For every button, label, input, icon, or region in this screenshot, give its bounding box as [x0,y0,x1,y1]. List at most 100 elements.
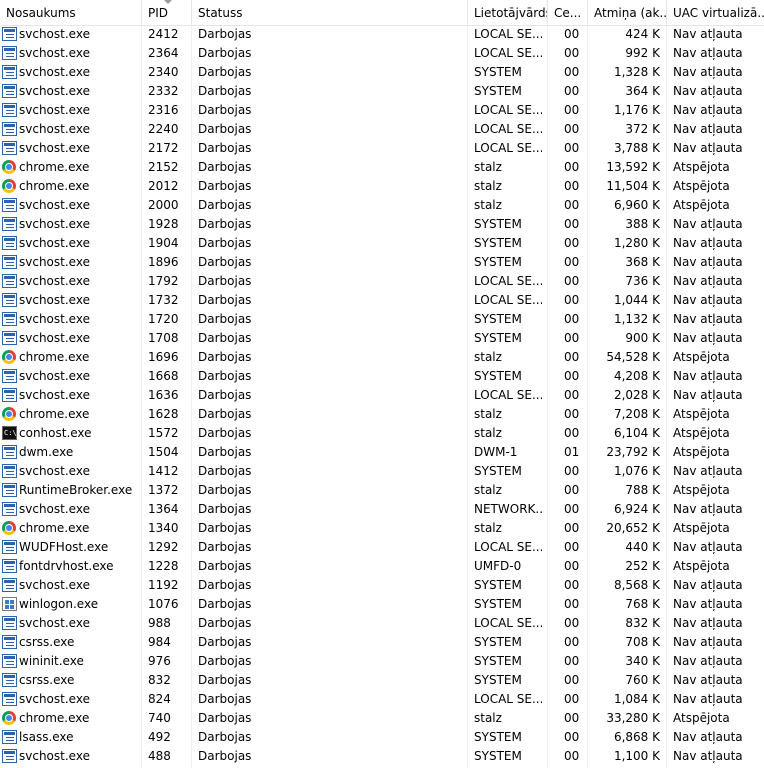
process-memory: 1,328 K [613,65,660,79]
table-row[interactable]: chrome.exe 1696 Darbojas stalz 00 54,528 K Ats… [0,348,764,367]
table-row[interactable]: svchost.exe 2364 Darbojas LOCAL SE... 00 992 … [0,44,764,63]
table-row[interactable]: svchost.exe 1720 Darbojas SYSTEM 00 1,132 K Na… [0,310,764,329]
process-uac-virtualization: Atspējota [673,407,730,421]
process-username: SYSTEM [474,464,522,478]
process-name: chrome.exe [19,350,90,364]
process-pid: 1628 [148,407,179,421]
process-status: Darbojas [198,369,252,383]
process-username: LOCAL SE... [474,46,542,60]
table-row[interactable]: svchost.exe 1928 Darbojas SYSTEM 00 388 K Nav … [0,215,764,234]
table-row[interactable]: csrss.exe 832 Darbojas SYSTEM 00 760 K Nav atļ… [0,671,764,690]
table-row[interactable]: svchost.exe 2316 Darbojas LOCAL SE... 00 1,17… [0,101,764,120]
process-cpu: 00 [564,426,580,440]
table-row[interactable]: chrome.exe 2012 Darbojas stalz 00 11,504 K Ats… [0,177,764,196]
process-memory: 368 K [625,255,660,269]
table-row[interactable]: svchost.exe 1792 Darbojas LOCAL SE... 00 736 … [0,272,764,291]
process-memory: 2,028 K [613,388,660,402]
process-pid: 1504 [148,445,179,459]
table-row[interactable]: svchost.exe 824 Darbojas LOCAL SE... 00 1,084… [0,690,764,709]
table-header: Nosaukums PID Statuss Lietotājvārds Ce..… [0,0,764,26]
process-username: SYSTEM [474,255,522,269]
table-row[interactable]: csrss.exe 984 Darbojas SYSTEM 00 708 K Nav atļ… [0,633,764,652]
process-name: dwm.exe [19,445,74,459]
process-status: Darbojas [198,122,252,136]
process-pid: 1572 [148,426,179,440]
table-row[interactable]: svchost.exe 1668 Darbojas SYSTEM 00 4,208 K Na… [0,367,764,386]
process-name: svchost.exe [19,293,90,307]
process-status: Darbojas [198,407,252,421]
process-status: Darbojas [198,673,252,687]
table-row[interactable]: dwm.exe 1504 Darbojas DWM-1 01 23,792 K Atspēj… [0,443,764,462]
table-row[interactable]: fontdrvhost.exe 1228 Darbojas UMFD-0 00 252 K… [0,557,764,576]
process-name: chrome.exe [19,179,90,193]
process-cpu: 00 [564,293,580,307]
process-name: svchost.exe [19,255,90,269]
column-header-name[interactable]: Nosaukums [0,0,142,25]
process-memory: 54,528 K [606,350,660,364]
table-row[interactable]: svchost.exe 2000 Darbojas stalz 00 6,960 K Ats… [0,196,764,215]
table-row[interactable]: svchost.exe 1732 Darbojas LOCAL SE... 00 1,04… [0,291,764,310]
process-memory: 1,084 K [613,692,660,706]
table-row[interactable]: svchost.exe 1896 Darbojas SYSTEM 00 368 K Nav … [0,253,764,272]
process-status: Darbojas [198,46,252,60]
table-row[interactable]: svchost.exe 488 Darbojas SYSTEM 00 1,100 K Nav… [0,747,764,766]
process-uac-virtualization: Nav atļauta [673,578,743,592]
process-uac-virtualization: Atspējota [673,350,730,364]
table-row[interactable]: svchost.exe 988 Darbojas LOCAL SE... 00 832 K… [0,614,764,633]
table-row[interactable]: svchost.exe 1412 Darbojas SYSTEM 00 1,076 K Na… [0,462,764,481]
table-row[interactable]: conhost.exe 1572 Darbojas stalz 00 6,104 K Ats… [0,424,764,443]
column-header-uac[interactable]: UAC virtualizā... [667,0,764,25]
process-pid: 2332 [148,84,179,98]
table-row[interactable]: RuntimeBroker.exe 1372 Darbojas stalz 00 788 … [0,481,764,500]
process-pid: 1732 [148,293,179,307]
process-status: Darbojas [198,179,252,193]
process-pid: 2412 [148,27,179,41]
process-memory: 3,788 K [613,141,660,155]
table-row[interactable]: svchost.exe 1364 Darbojas NETWORK... 00 6,924… [0,500,764,519]
process-username: stalz [474,426,502,440]
process-cpu: 00 [564,236,580,250]
table-row[interactable]: svchost.exe 1904 Darbojas SYSTEM 00 1,280 K Na… [0,234,764,253]
process-cpu: 00 [564,179,580,193]
table-row[interactable]: chrome.exe 1628 Darbojas stalz 00 7,208 K Atsp… [0,405,764,424]
process-pid: 1928 [148,217,179,231]
process-uac-virtualization: Nav atļauta [673,654,743,668]
process-pid: 976 [148,654,171,668]
table-row[interactable]: svchost.exe 2412 Darbojas LOCAL SE... 00 424 … [0,25,764,44]
table-row[interactable]: svchost.exe 2332 Darbojas SYSTEM 00 364 K Nav … [0,82,764,101]
table-row[interactable]: svchost.exe 2340 Darbojas SYSTEM 00 1,328 K Na… [0,63,764,82]
process-memory: 11,504 K [606,179,660,193]
process-pid: 1668 [148,369,179,383]
process-memory: 364 K [625,84,660,98]
column-header-status[interactable]: Statuss [192,0,468,25]
table-row[interactable]: winlogon.exe 1076 Darbojas SYSTEM 00 768 K Nav… [0,595,764,614]
table-row[interactable]: svchost.exe 2240 Darbojas LOCAL SE... 00 372 … [0,120,764,139]
table-row[interactable]: lsass.exe 492 Darbojas SYSTEM 00 6,868 K Nav a… [0,728,764,747]
process-uac-virtualization: Nav atļauta [673,635,743,649]
process-cpu: 00 [564,692,580,706]
table-row[interactable]: chrome.exe 1340 Darbojas stalz 00 20,652 K Ats… [0,519,764,538]
process-username: stalz [474,483,502,497]
column-header-cpu[interactable]: Ce... [548,0,588,25]
table-row[interactable]: svchost.exe 1192 Darbojas SYSTEM 00 8,568 K Na… [0,576,764,595]
table-row[interactable]: chrome.exe 740 Darbojas stalz 00 33,280 K Atsp… [0,709,764,728]
table-row[interactable]: svchost.exe 1636 Darbojas LOCAL SE... 00 2,02… [0,386,764,405]
table-row[interactable]: WUDFHost.exe 1292 Darbojas LOCAL SE... 00 440… [0,538,764,557]
table-row[interactable]: chrome.exe 2152 Darbojas stalz 00 13,592 K Ats… [0,158,764,177]
table-row[interactable]: svchost.exe 1708 Darbojas SYSTEM 00 900 K Nav … [0,329,764,348]
process-uac-virtualization: Nav atļauta [673,27,743,41]
process-uac-virtualization: Nav atļauta [673,312,743,326]
table-row[interactable]: svchost.exe 2172 Darbojas LOCAL SE... 00 3,78… [0,139,764,158]
column-header-username[interactable]: Lietotājvārds [468,0,548,25]
table-row[interactable]: wininit.exe 976 Darbojas SYSTEM 00 340 K Nav a… [0,652,764,671]
process-memory: 340 K [625,654,660,668]
process-status: Darbojas [198,388,252,402]
process-cpu: 00 [564,540,580,554]
column-header-memory[interactable]: Atmiņa (ak... [588,0,667,25]
process-pid: 1372 [148,483,179,497]
process-status: Darbojas [198,312,252,326]
process-memory: 440 K [625,540,660,554]
process-status: Darbojas [198,578,252,592]
process-pid: 988 [148,616,171,630]
process-username: LOCAL SE... [474,616,542,630]
